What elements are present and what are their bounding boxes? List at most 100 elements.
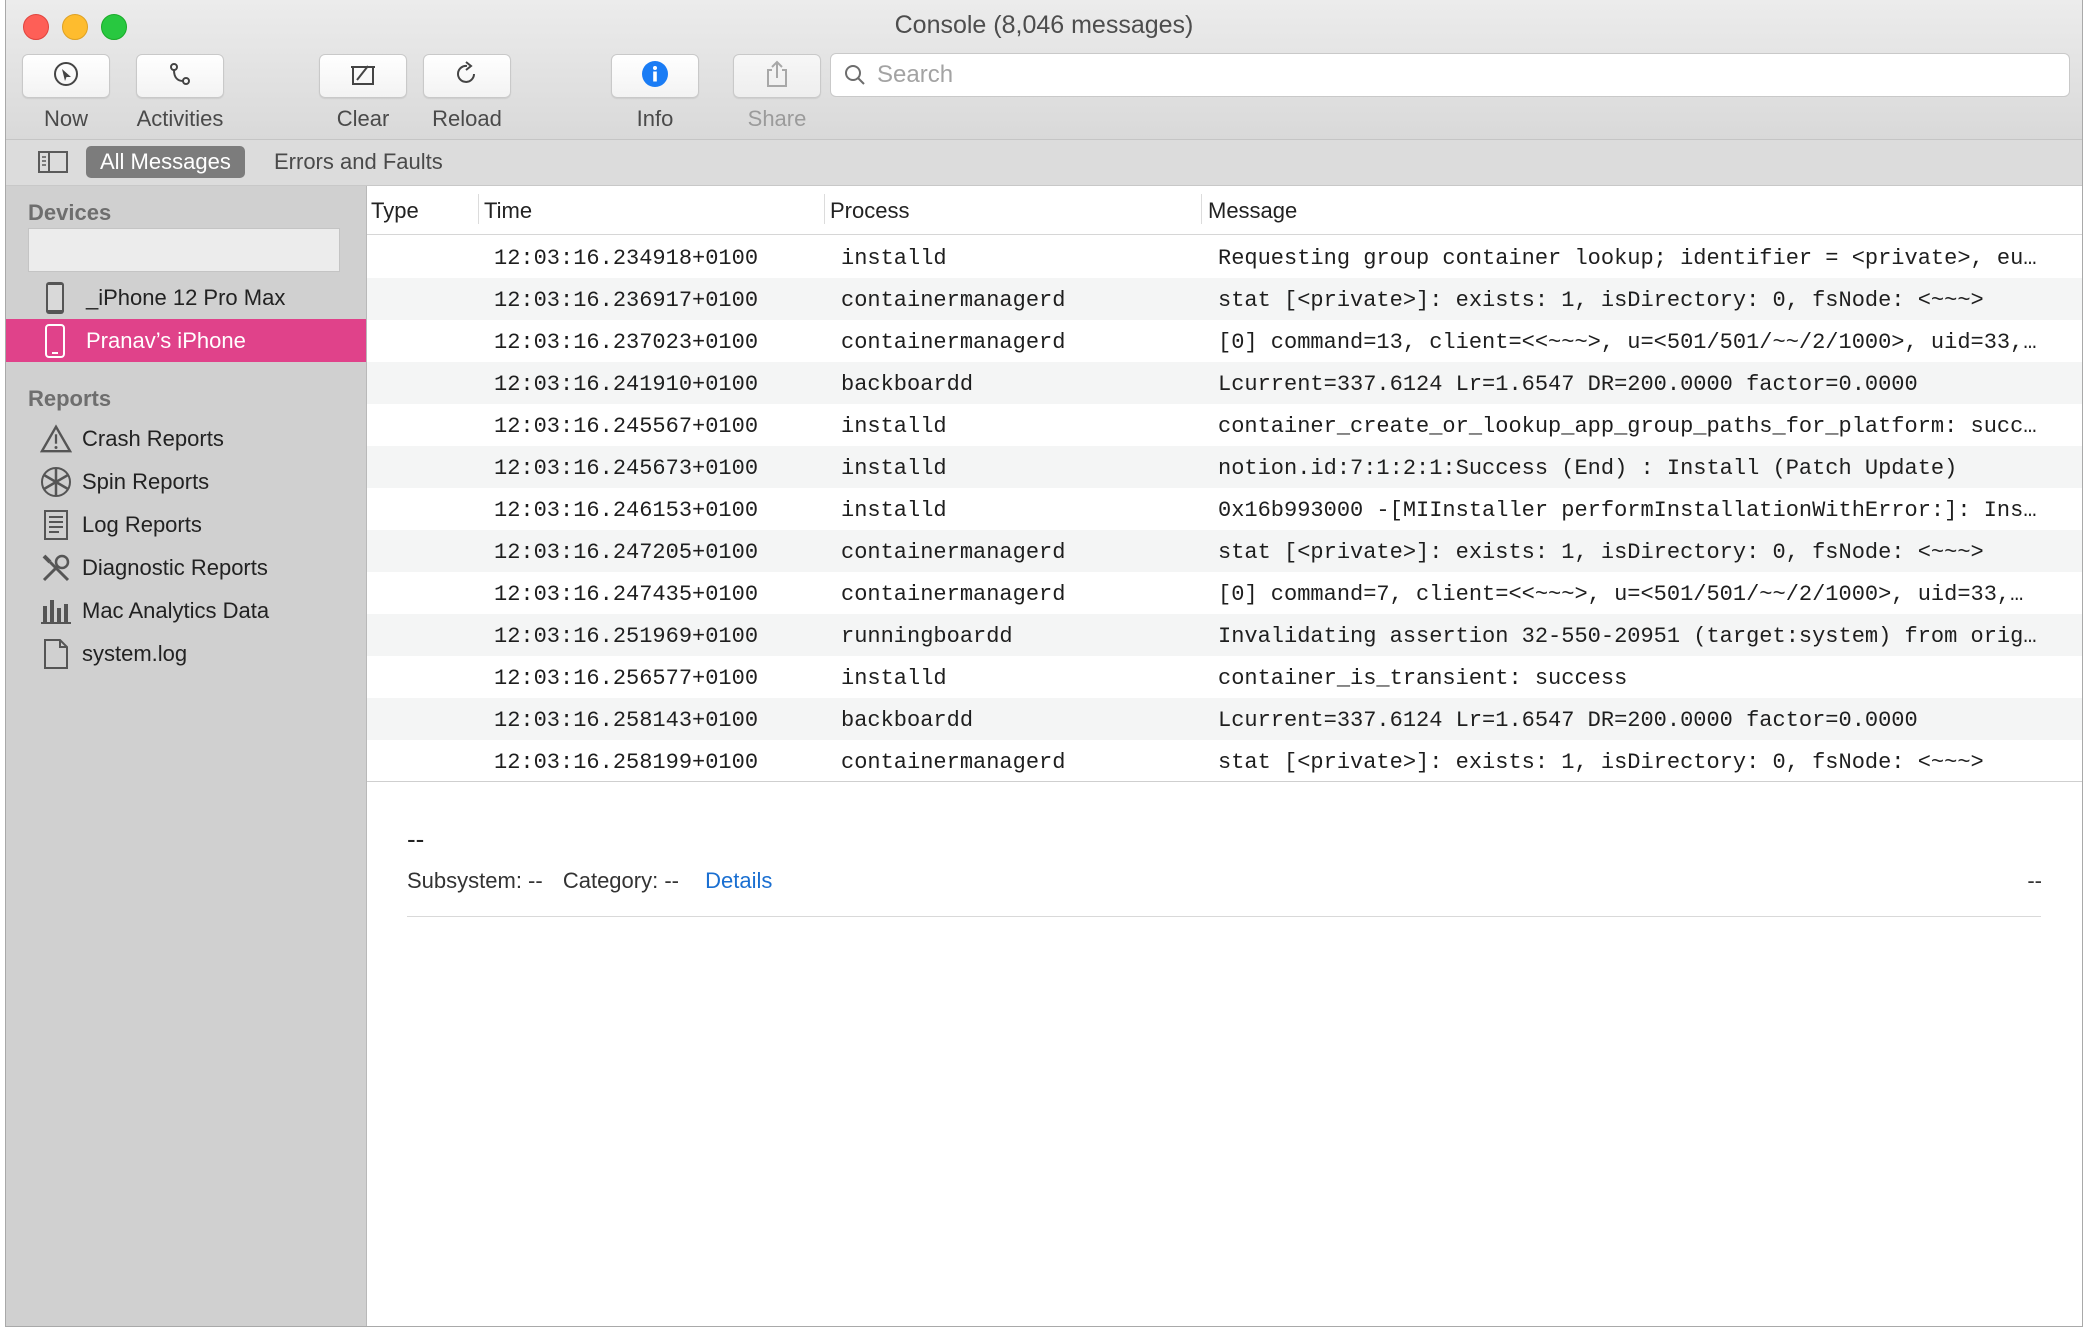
spinner-icon	[40, 466, 72, 498]
message-cell: container_is_transient: success	[1218, 666, 1628, 691]
now-label: Now	[43, 106, 88, 131]
info-icon	[640, 59, 670, 94]
message-cell: container_create_or_lookup_app_group_pat…	[1218, 414, 2037, 439]
time-cell: 12:03:16.246153+0100	[494, 498, 759, 523]
table-row[interactable]: 12:03:16.256577+0100 installd container_…	[367, 656, 2082, 698]
process-cell: containermanagerd	[841, 582, 1066, 607]
search-input[interactable]	[875, 60, 2069, 90]
column-header-process[interactable]: Process	[830, 198, 909, 224]
table-row[interactable]: 12:03:16.247435+0100 containermanagerd […	[367, 572, 2082, 614]
clear-label: Clear	[336, 106, 390, 131]
message-cell: Invalidating assertion 32-550-20951 (tar…	[1218, 624, 2037, 649]
process-cell: installd	[841, 456, 947, 481]
time-cell: 12:03:16.258143+0100	[494, 708, 759, 733]
warning-triangle-icon	[40, 423, 72, 454]
time-cell: 12:03:16.258199+0100	[494, 750, 759, 775]
message-cell: stat [<private>]: exists: 1, isDirectory…	[1218, 288, 1984, 313]
clear-button[interactable]: Clear	[318, 54, 408, 132]
table-row[interactable]: 12:03:16.241910+0100 backboardd Lcurrent…	[367, 362, 2082, 404]
message-cell: [0] command=7, client=<<~~~>, u=<501/501…	[1218, 582, 2024, 607]
table-row[interactable]: 12:03:16.245673+0100 installd notion.id:…	[367, 446, 2082, 488]
sidebar: Devices _iPhone 12 Pro Max Pranav’s iPho…	[6, 186, 367, 1326]
errors-and-faults-tab[interactable]: Errors and Faults	[260, 146, 457, 178]
table-row[interactable]: 12:03:16.251969+0100 runningboardd Inval…	[367, 614, 2082, 656]
devices-heading: Devices	[28, 200, 112, 225]
detail-meta: Subsystem: -- Category: -- Details	[407, 868, 786, 894]
table-row[interactable]: 12:03:16.245567+0100 installd container_…	[367, 404, 2082, 446]
message-cell: stat [<private>]: exists: 1, isDirectory…	[1218, 750, 1984, 775]
tools-icon	[40, 552, 72, 584]
window-title: Console (8,046 messages)	[894, 11, 1194, 39]
details-link[interactable]: Details	[705, 868, 772, 893]
bar-chart-icon	[40, 596, 72, 626]
table-row[interactable]: 12:03:16.258143+0100 backboardd Lcurrent…	[367, 698, 2082, 740]
time-cell: 12:03:16.247435+0100	[494, 582, 759, 607]
reload-button[interactable]: Reload	[422, 54, 512, 132]
process-cell: installd	[841, 246, 947, 271]
sidebar-item-label: Diagnostic Reports	[82, 554, 268, 580]
now-button[interactable]: Now	[22, 54, 110, 132]
sidebar-item-log-reports[interactable]: Log Reports	[6, 503, 366, 546]
sidebar-item-label: Pranav’s iPhone	[86, 327, 246, 353]
sidebar-item-pranavs-iphone[interactable]: Pranav’s iPhone	[6, 319, 366, 362]
now-cursor-icon	[52, 60, 80, 93]
message-cell: Lcurrent=337.6124 Lr=1.6547 DR=200.0000 …	[1218, 708, 1918, 733]
sidebar-item-crash-reports[interactable]: Crash Reports	[6, 417, 366, 460]
table-row[interactable]: 12:03:16.237023+0100 containermanagerd […	[367, 320, 2082, 362]
message-cell: notion.id:7:1:2:1:Success (End) : Instal…	[1218, 456, 1958, 481]
iphone-icon	[39, 323, 71, 358]
column-divider[interactable]	[478, 194, 479, 224]
all-messages-tab[interactable]: All Messages	[86, 146, 245, 178]
detail-subsystem: Subsystem: --	[407, 868, 543, 893]
reload-label: Reload	[432, 106, 502, 131]
log-content: Type Time Process Message 12:03:16.23491…	[367, 186, 2082, 1326]
sidebar-item-label: _iPhone 12 Pro Max	[86, 284, 286, 310]
message-cell: [0] command=13, client=<<~~~>, u=<501/50…	[1218, 330, 2037, 355]
share-label: Share	[747, 106, 807, 131]
filter-bar: All Messages Errors and Faults	[6, 140, 2082, 186]
sidebar-item-label: system.log	[82, 640, 188, 666]
log-table-body: 12:03:16.234918+0100 installd Requesting…	[367, 236, 2082, 780]
message-cell: Requesting group container lookup; ident…	[1218, 246, 2037, 271]
process-cell: containermanagerd	[841, 540, 1066, 565]
process-cell: containermanagerd	[841, 330, 1066, 355]
activities-icon	[166, 60, 194, 93]
sidebar-item-label: Crash Reports	[82, 425, 224, 451]
time-cell: 12:03:16.241910+0100	[494, 372, 759, 397]
sidebar-item-spin-reports[interactable]: Spin Reports	[6, 460, 366, 503]
column-header-type[interactable]: Type	[371, 198, 419, 224]
process-cell: containermanagerd	[841, 288, 1066, 313]
table-row[interactable]: 12:03:16.234918+0100 installd Requesting…	[367, 236, 2082, 278]
device-filter-field[interactable]	[28, 228, 340, 272]
table-row[interactable]: 12:03:16.258199+0100 containermanagerd s…	[367, 740, 2082, 780]
sidebar-item-system-log[interactable]: system.log	[6, 632, 366, 675]
console-window: Console (8,046 messages) Now Activities	[6, 0, 2082, 1326]
column-header-time[interactable]: Time	[484, 198, 532, 224]
time-cell: 12:03:16.237023+0100	[494, 330, 759, 355]
time-cell: 12:03:16.234918+0100	[494, 246, 759, 271]
column-divider[interactable]	[824, 194, 825, 224]
process-cell: runningboardd	[841, 624, 1013, 649]
time-cell: 12:03:16.256577+0100	[494, 666, 759, 691]
iphone-icon	[39, 281, 71, 315]
table-row[interactable]: 12:03:16.236917+0100 containermanagerd s…	[367, 278, 2082, 320]
sidebar-toggle-icon[interactable]	[38, 150, 68, 179]
sidebar-item-diagnostic-reports[interactable]: Diagnostic Reports	[6, 546, 366, 589]
table-header: Type Time Process Message	[367, 186, 2082, 235]
share-button[interactable]: Share	[732, 54, 822, 132]
time-cell: 12:03:16.245567+0100	[494, 414, 759, 439]
search-field[interactable]	[830, 53, 2070, 97]
column-header-message[interactable]: Message	[1208, 198, 1297, 224]
table-row[interactable]: 12:03:16.246153+0100 installd 0x16b99300…	[367, 488, 2082, 530]
activities-button[interactable]: Activities	[128, 54, 232, 132]
info-label: Info	[636, 106, 674, 131]
sidebar-item-label: Mac Analytics Data	[82, 597, 270, 623]
column-divider[interactable]	[1201, 194, 1202, 224]
time-cell: 12:03:16.247205+0100	[494, 540, 759, 565]
search-icon	[843, 63, 867, 87]
message-detail-pane: -- Subsystem: -- Category: -- Details --	[367, 781, 2082, 1326]
table-row[interactable]: 12:03:16.247205+0100 containermanagerd s…	[367, 530, 2082, 572]
info-button[interactable]: Info	[610, 54, 700, 132]
sidebar-item-mac-analytics-data[interactable]: Mac Analytics Data	[6, 589, 366, 632]
sidebar-item-iphone-12-pro-max[interactable]: _iPhone 12 Pro Max	[6, 276, 366, 319]
